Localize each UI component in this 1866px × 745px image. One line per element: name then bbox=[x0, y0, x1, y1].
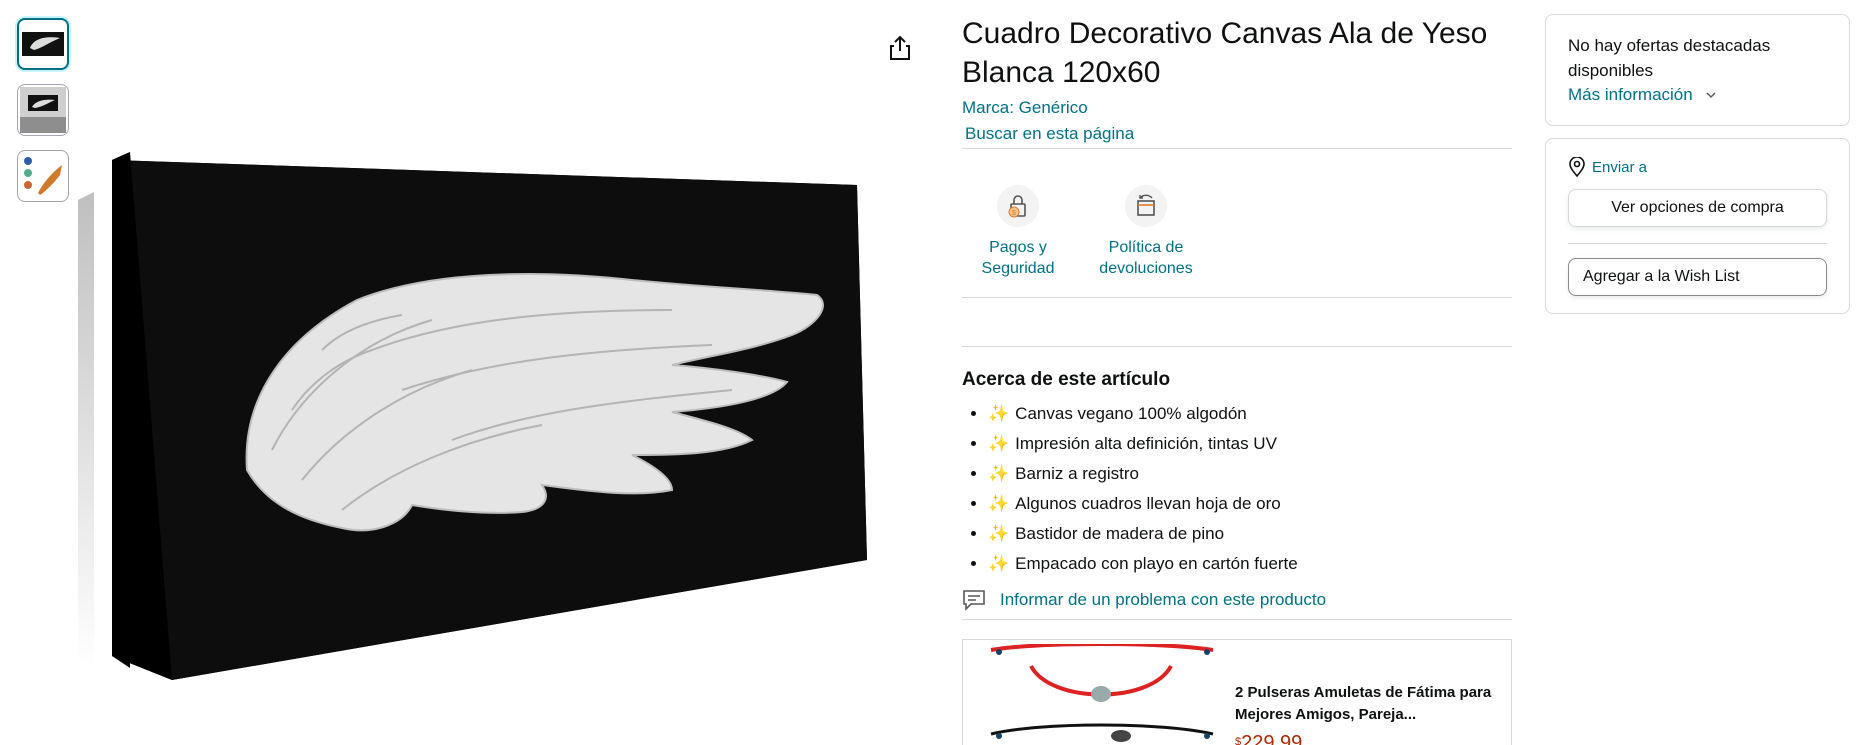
badge-returns-label: Política de devoluciones bbox=[1099, 239, 1193, 277]
report-label: Informar de un problema con este product… bbox=[1000, 590, 1327, 609]
location-pin-icon bbox=[1569, 157, 1585, 177]
chevron-down-icon bbox=[1706, 92, 1716, 98]
divider bbox=[962, 346, 1512, 347]
sparkles-icon: ✨ bbox=[988, 404, 1010, 423]
comment-icon bbox=[963, 590, 985, 611]
see-buying-options-button[interactable]: Ver opciones de compra bbox=[1568, 189, 1827, 227]
share-icon[interactable] bbox=[884, 32, 916, 64]
thumbnail-2[interactable] bbox=[17, 84, 69, 136]
list-item: ✨Impresión alta definición, tintas UV bbox=[988, 429, 1512, 459]
ad-title[interactable]: 2 Pulseras Amuletas de Fátima para Mejor… bbox=[1235, 682, 1495, 726]
purchase-options-box: Enviar a Ver opciones de compra Agregar … bbox=[1545, 138, 1850, 314]
list-item: ✨Bastidor de madera de pino bbox=[988, 519, 1512, 549]
search-page-link[interactable]: Buscar en esta página bbox=[965, 124, 1512, 148]
thumbnail-3[interactable] bbox=[17, 150, 69, 202]
ship-to-link[interactable]: Enviar a bbox=[1568, 157, 1827, 177]
report-problem-link[interactable]: Informar de un problema con este product… bbox=[962, 589, 1512, 611]
badge-payments[interactable]: $ Pagos y Seguridad bbox=[978, 185, 1058, 279]
sparkles-icon: ✨ bbox=[988, 494, 1010, 513]
svg-text:$: $ bbox=[1012, 210, 1016, 217]
product-title: Cuadro Decorativo Canvas Ala de Yeso Bla… bbox=[962, 17, 1488, 89]
list-item: ✨Canvas vegano 100% algodón bbox=[988, 399, 1512, 429]
ad-price: $229.99 bbox=[1235, 732, 1303, 745]
thumbnail-strip bbox=[17, 18, 71, 216]
list-item: ✨Algunos cuadros llevan hoja de oro bbox=[988, 489, 1512, 519]
more-info-link[interactable]: Más información bbox=[1568, 85, 1827, 105]
list-item: ✨Barniz a registro bbox=[988, 459, 1512, 489]
feature-list: ✨Canvas vegano 100% algodón ✨Impresión a… bbox=[962, 399, 1512, 579]
sparkles-icon: ✨ bbox=[988, 554, 1010, 573]
no-offers-text: No hay ofertas destacadas disponibles bbox=[1568, 36, 1771, 80]
sponsored-product-card[interactable]: 2 Pulseras Amuletas de Fátima para Mejor… bbox=[962, 639, 1512, 745]
ad-product-image[interactable] bbox=[981, 642, 1221, 745]
divider bbox=[1568, 243, 1827, 244]
main-product-image[interactable] bbox=[72, 150, 942, 740]
about-title: Acerca de este artículo bbox=[962, 369, 1171, 390]
product-page: Cuadro Decorativo Canvas Ala de Yeso Bla… bbox=[0, 0, 1866, 745]
divider bbox=[962, 619, 1512, 620]
brand-link[interactable]: Marca: Genérico bbox=[962, 98, 1512, 118]
offers-box: No hay ofertas destacadas disponibles Má… bbox=[1545, 14, 1850, 126]
sparkles-icon: ✨ bbox=[988, 524, 1010, 543]
trust-badges: $ Pagos y Seguridad Política de devoluci… bbox=[962, 149, 1512, 297]
badge-returns[interactable]: Política de devoluciones bbox=[1098, 185, 1194, 279]
badge-payments-label: Pagos y Seguridad bbox=[981, 239, 1055, 277]
product-details: Cuadro Decorativo Canvas Ala de Yeso Bla… bbox=[962, 14, 1512, 620]
thumbnail-1[interactable] bbox=[17, 18, 69, 70]
add-to-wishlist-button[interactable]: Agregar a la Wish List bbox=[1568, 258, 1827, 296]
sparkles-icon: ✨ bbox=[988, 434, 1010, 453]
list-item: ✨Empacado con playo en cartón fuerte bbox=[988, 549, 1512, 579]
sparkles-icon: ✨ bbox=[988, 464, 1010, 483]
lock-payment-icon: $ bbox=[997, 185, 1039, 227]
return-box-icon bbox=[1125, 185, 1167, 227]
